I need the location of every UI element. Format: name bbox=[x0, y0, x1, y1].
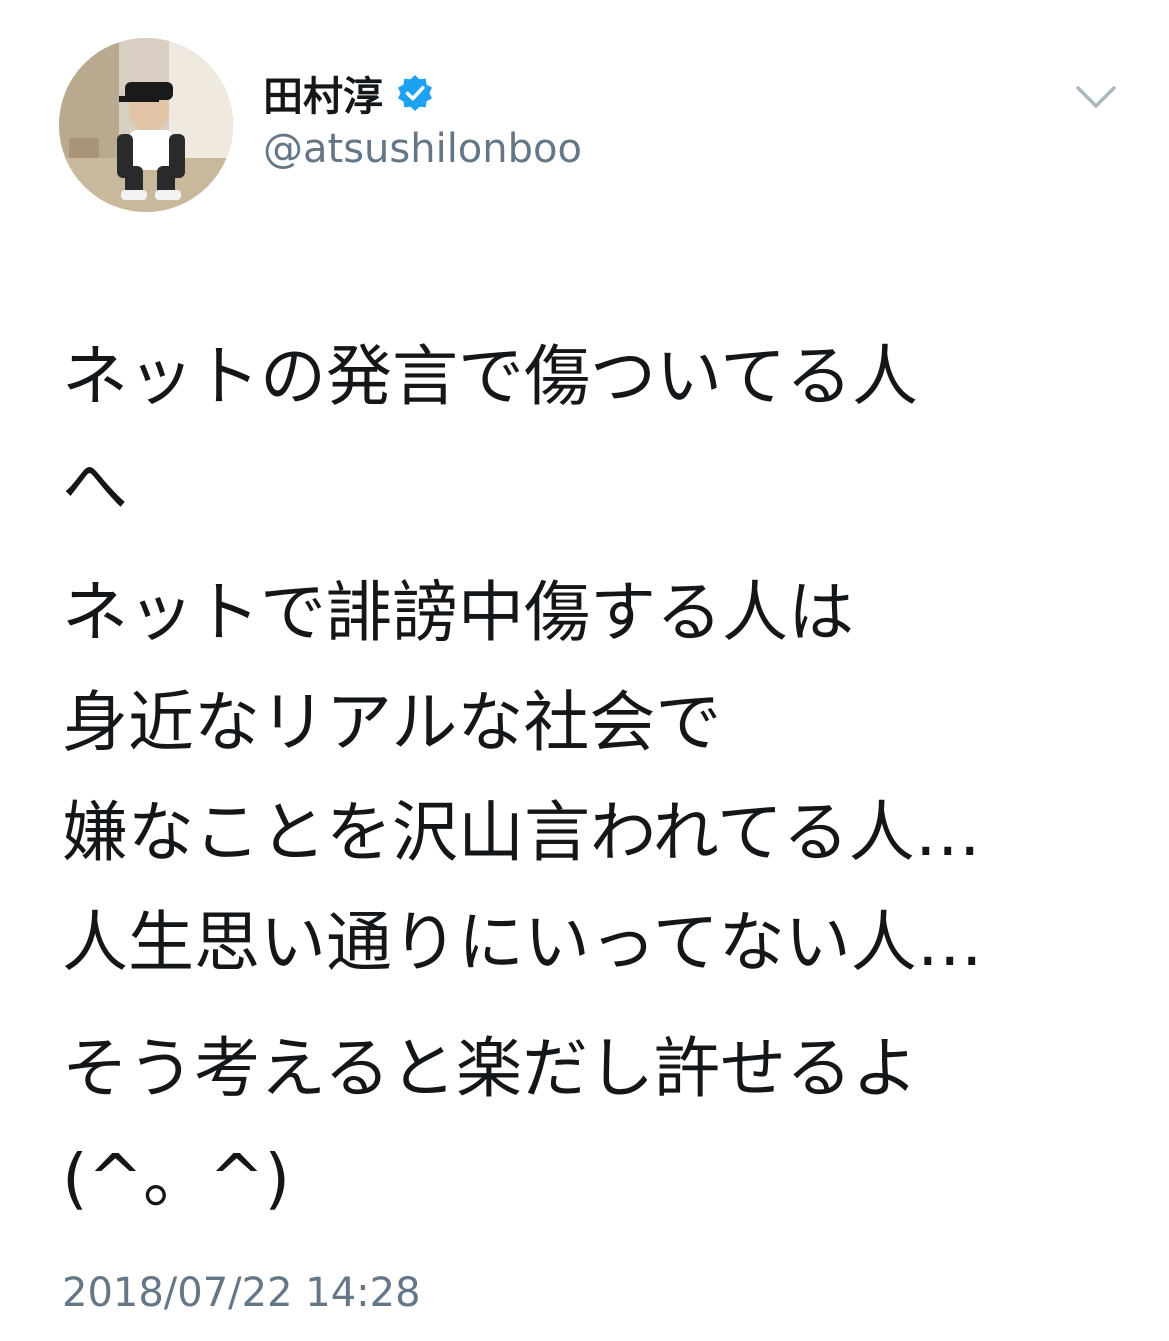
tweet-line: 身近なリアルな社会で bbox=[62, 684, 722, 761]
chevron-down-icon[interactable] bbox=[1070, 78, 1122, 118]
tweet-line: ネットの発言で傷ついてる人 bbox=[62, 338, 919, 415]
verified-badge-icon bbox=[395, 73, 435, 113]
avatar[interactable] bbox=[59, 38, 233, 212]
tweet-paragraph: そう考えると楽だし許せるよ (^。^) bbox=[62, 1014, 1142, 1234]
author-name-row: 田村淳 bbox=[263, 66, 435, 120]
tweet-line: 人生思い通りにいってない人… bbox=[62, 904, 983, 981]
tweet-card: 田村淳 @atsushilonboo ネットの発言で傷ついてる人 へ ネットで誹… bbox=[0, 0, 1169, 1341]
tweet-timestamp[interactable]: 2018/07/22 14:28 bbox=[62, 1270, 421, 1316]
display-name[interactable]: 田村淳 bbox=[263, 64, 383, 122]
user-handle[interactable]: @atsushilonboo bbox=[263, 126, 582, 172]
tweet-text: ネットの発言で傷ついてる人 へ ネットで誹謗中傷する人は 身近なリアルな社会で … bbox=[62, 322, 1142, 1234]
tweet-paragraph: ネットの発言で傷ついてる人 へ bbox=[62, 322, 1142, 542]
tweet-line: そう考えると楽だし許せるよ bbox=[62, 1030, 919, 1107]
tweet-line: へ bbox=[62, 448, 128, 525]
tweet-paragraph: ネットで誹謗中傷する人は 身近なリアルな社会で 嫌なことを沢山言われてる人… 人… bbox=[62, 558, 1142, 998]
tweet-line: ネットで誹謗中傷する人は bbox=[62, 574, 854, 651]
tweet-line: 嫌なことを沢山言われてる人… bbox=[62, 794, 981, 871]
user-avatar-icon bbox=[59, 38, 233, 212]
tweet-line: (^。^) bbox=[62, 1140, 291, 1217]
